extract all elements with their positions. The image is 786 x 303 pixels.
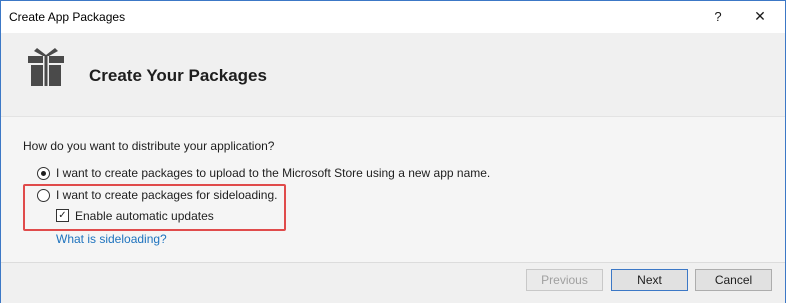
store-option-label[interactable]: I want to create packages to upload to t… (56, 166, 490, 180)
distribution-question: How do you want to distribute your appli… (23, 139, 275, 153)
highlight-box (23, 184, 286, 231)
title-bar: Create App Packages ? ✕ (1, 1, 785, 33)
store-radio[interactable] (37, 167, 50, 180)
dialog-header: Create Your Packages (1, 33, 785, 116)
next-button[interactable]: Next (611, 269, 688, 291)
previous-button[interactable]: Previous (526, 269, 603, 291)
sideloading-help-link[interactable]: What is sideloading? (56, 232, 167, 246)
help-button[interactable]: ? (698, 1, 738, 32)
window-title: Create App Packages (9, 10, 126, 24)
cancel-button[interactable]: Cancel (695, 269, 772, 291)
page-title: Create Your Packages (89, 66, 267, 85)
dialog-footer: Previous Next Cancel (1, 262, 785, 303)
create-app-packages-dialog: Create App Packages ? ✕ Create Your Pack… (0, 0, 786, 303)
close-button[interactable]: ✕ (740, 1, 780, 32)
gift-icon (28, 48, 64, 86)
dialog-content: How do you want to distribute your appli… (1, 116, 785, 262)
